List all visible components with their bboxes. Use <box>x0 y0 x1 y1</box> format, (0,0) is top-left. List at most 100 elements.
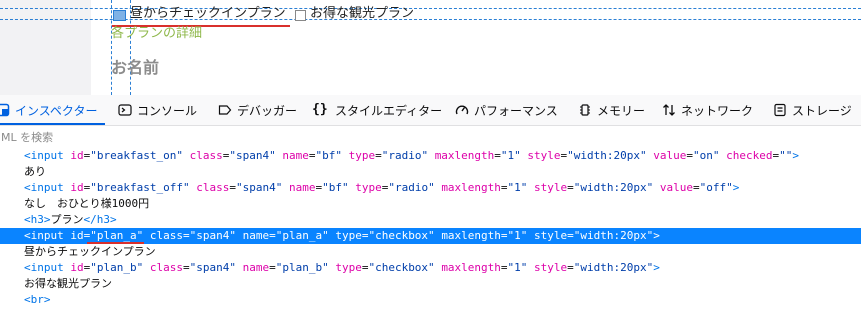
plan-detail-link[interactable]: 各プランの詳細 <box>111 26 202 42</box>
tag-name: <input <box>24 229 64 242</box>
tag-close: </h3> <box>83 213 117 226</box>
text-node-content: プラン <box>50 213 84 226</box>
tab-style-editor[interactable]: {} スタイルエディター <box>312 95 442 125</box>
attr-value: "plan_a" <box>275 229 329 242</box>
plan-b-label: お得な観光プラン <box>310 6 415 21</box>
text-node-content: あり <box>24 165 46 178</box>
attr-name: type <box>348 149 376 162</box>
inspector-icon <box>0 103 10 117</box>
attr-name: maxlength <box>441 181 501 194</box>
attr-value: "width:20px" <box>573 261 654 274</box>
tab-network-label: ネットワーク <box>681 103 754 118</box>
attr-value: "width:20px" <box>573 181 654 194</box>
tab-inspector-label: インスペクター <box>15 103 98 118</box>
markup-node-br[interactable]: <br> <box>0 292 861 308</box>
attr-name: name <box>288 181 316 194</box>
devtools-tab-bar: インスペクター コンソール デバッガー {} スタイルエディター パフォーマンス… <box>0 95 861 126</box>
tab-debugger-label: デバッガー <box>237 103 298 118</box>
tag-close: > <box>792 149 800 162</box>
attr-name: value <box>659 181 694 194</box>
network-icon <box>662 103 676 117</box>
style-editor-icon: {} <box>312 102 328 117</box>
tag-name: <h3> <box>24 213 51 226</box>
attr-value: "breakfast_off" <box>90 181 190 194</box>
attr-name: class <box>149 229 183 242</box>
attr-value: "width:20px" <box>567 149 647 162</box>
attr-name: value <box>653 149 687 162</box>
tab-memory-label: メモリー <box>597 103 646 118</box>
tag-close: > <box>653 261 660 274</box>
attr-name: maxlength <box>441 261 501 274</box>
plan-a-checkbox[interactable] <box>113 10 126 21</box>
attr-value: "radio" <box>388 181 435 194</box>
attr-value: "plan_a" <box>90 229 144 242</box>
attr-value: "checkbox" <box>368 261 435 274</box>
attr-name: id <box>70 181 84 194</box>
tab-inspector[interactable]: インスペクター <box>0 95 106 125</box>
attr-value: "checkbox" <box>368 229 435 242</box>
tab-storage[interactable]: ストレージ <box>773 95 852 125</box>
attr-name: id <box>70 229 84 242</box>
attr-name: style <box>534 261 568 274</box>
attr-value: "1" <box>507 181 528 194</box>
attr-value: "plan_b" <box>275 261 329 274</box>
attr-value: "span4" <box>229 149 276 162</box>
attr-name: type <box>335 261 362 274</box>
tab-debugger[interactable]: デバッガー <box>218 95 297 125</box>
tag-name: <input <box>24 181 64 194</box>
page-left-margin <box>0 0 91 95</box>
attr-name: name <box>242 229 270 242</box>
html-search-input[interactable] <box>0 126 701 148</box>
markup-view: <input id="breakfast_on" class="span4" n… <box>0 148 861 312</box>
text-node-content: 昼からチェックインプラン <box>24 245 156 258</box>
attr-value: "on" <box>693 149 720 162</box>
markup-search-bar <box>0 126 861 149</box>
attr-name: style <box>534 229 568 242</box>
tag-name: <input <box>24 149 64 162</box>
attr-value: "bf" <box>322 181 349 194</box>
tag-name: <br> <box>24 293 51 306</box>
tab-performance[interactable]: パフォーマンス <box>455 95 558 125</box>
tab-console-label: コンソール <box>137 103 198 118</box>
attr-name: name <box>282 149 309 162</box>
attr-name: maxlength <box>434 149 495 162</box>
attr-value: "span4" <box>235 181 283 194</box>
tab-memory[interactable]: メモリー <box>578 95 645 125</box>
tag-name: <input <box>24 261 64 274</box>
tab-style-editor-label: スタイルエディター <box>335 103 443 118</box>
attr-value: "" <box>779 149 793 162</box>
markup-text-node[interactable]: あり <box>0 164 861 180</box>
attr-value: "1" <box>507 261 528 274</box>
attr-name: type <box>355 181 382 194</box>
attr-name: class <box>196 181 230 194</box>
markup-text-node[interactable]: お得な観光プラン <box>0 276 861 292</box>
storage-icon <box>773 103 787 117</box>
attr-value: "off" <box>699 181 733 194</box>
plan-b-checkbox[interactable] <box>295 10 306 21</box>
tag-close: > <box>732 181 740 194</box>
attr-name: style <box>527 149 561 162</box>
performance-icon <box>455 103 469 117</box>
attr-value: "breakfast_on" <box>90 149 183 162</box>
markup-node-h3[interactable]: <h3>プラン</h3> <box>0 212 861 228</box>
markup-node-input-breakfast-on[interactable]: <input id="breakfast_on" class="span4" n… <box>0 148 861 164</box>
attr-name: type <box>335 229 362 242</box>
attr-name: id <box>70 149 84 162</box>
console-icon <box>118 103 132 117</box>
plan-a-label: 昼からチェックインプラン <box>130 6 286 21</box>
page-preview: 昼からチェックインプラン お得な観光プラン 各プランの詳細 お名前 <box>0 0 861 95</box>
tab-performance-label: パフォーマンス <box>474 103 558 118</box>
attr-value: "plan_b" <box>90 261 144 274</box>
markup-text-node[interactable]: なし おひとり様1000円 <box>0 196 861 212</box>
attr-name: name <box>242 261 270 274</box>
memory-icon <box>578 103 592 117</box>
attr-value: "span4" <box>189 261 236 274</box>
tab-console[interactable]: コンソール <box>118 95 197 125</box>
markup-node-input-breakfast-off[interactable]: <input id="breakfast_off" class="span4" … <box>0 180 861 196</box>
tab-network[interactable]: ネットワーク <box>662 95 753 125</box>
markup-text-node[interactable]: 昼からチェックインプラン <box>0 244 861 260</box>
tab-storage-label: ストレージ <box>792 103 852 118</box>
markup-node-input-plan-b[interactable]: <input id="plan_b" class="span4" name="p… <box>0 260 861 276</box>
attr-name: maxlength <box>441 229 501 242</box>
attr-name: checked <box>726 149 773 162</box>
